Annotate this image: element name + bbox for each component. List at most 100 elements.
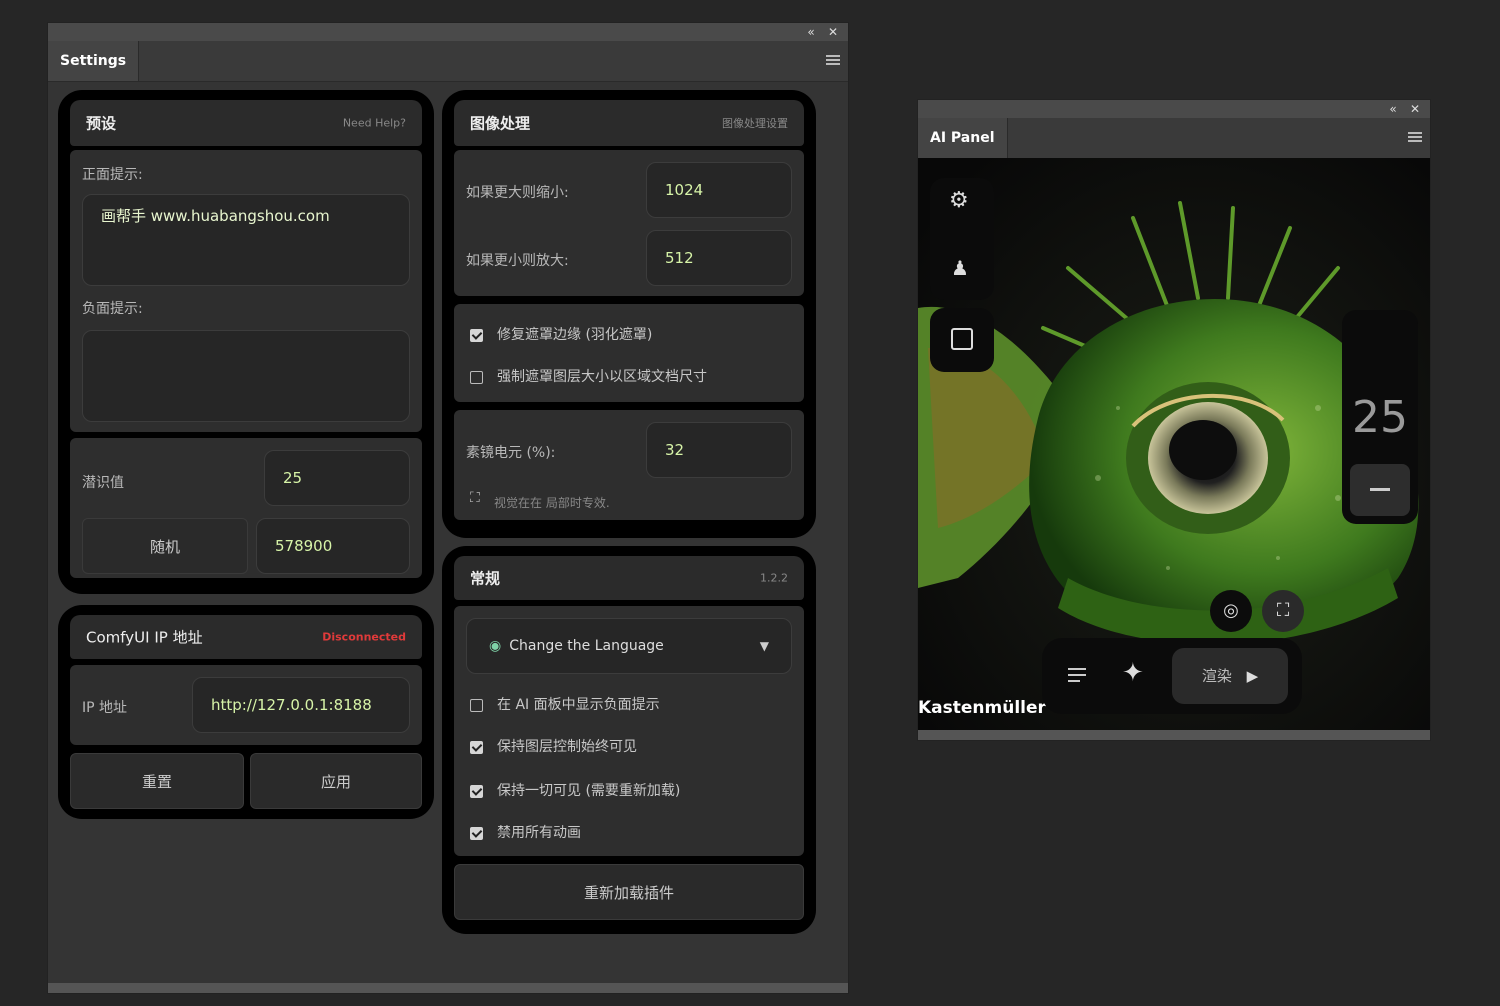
- enlarge-label: 如果更小则放大:: [466, 253, 569, 269]
- disable-animation-checkbox[interactable]: [470, 826, 483, 840]
- tab-ai-panel[interactable]: AI Panel: [918, 118, 1008, 158]
- collapse-icon[interactable]: «: [802, 23, 820, 41]
- gear-icon[interactable]: ⚙: [949, 188, 969, 213]
- pixel-section: 素镜电元 (%): 32 ⛶ 视觉在在 局部时专效.: [454, 410, 804, 520]
- ip-input[interactable]: http://127.0.0.1:8188: [192, 677, 410, 733]
- list-icon-line: [1068, 680, 1080, 682]
- ai-panel-window: « ✕ AI Panel Kastenmüller ⚙ ♟ 25 ◎ ⛶ ✦ 渲…: [918, 100, 1430, 740]
- enlarge-input[interactable]: 512: [646, 230, 792, 286]
- refresh-button[interactable]: ◎: [1210, 590, 1252, 632]
- general-options-section: ◉ Change the Language ▼ 在 AI 面板中显示负面提示 保持…: [454, 606, 804, 856]
- settings-window: « ✕ Settings 预设 Need Help? 正面提示: 画帮手 www…: [48, 23, 848, 993]
- steps-label: 潜识值: [82, 475, 124, 491]
- layer-controls-option[interactable]: 保持图层控制始终可见: [470, 736, 637, 756]
- connection-status: Disconnected: [322, 630, 406, 644]
- feather-mask-checkbox[interactable]: [470, 328, 483, 342]
- image-processing-header: 图像处理 图像处理设置: [454, 100, 804, 146]
- crop-icon: ⛶: [1276, 600, 1290, 621]
- seed-input[interactable]: 578900: [256, 518, 410, 574]
- panel-menu-icon[interactable]: [826, 53, 840, 67]
- fullscreen-button[interactable]: [930, 308, 994, 372]
- show-negative-label: 在 AI 面板中显示负面提示: [497, 697, 660, 713]
- globe-icon: ◉: [489, 638, 502, 654]
- layer-controls-checkbox[interactable]: [470, 740, 483, 754]
- shrink-label: 如果更大则缩小:: [466, 185, 569, 201]
- general-header: 常规 1.2.2: [454, 556, 804, 600]
- resize-section: 如果更大则缩小: 1024 如果更小则放大: 512: [454, 150, 804, 296]
- image-processing-title: 图像处理: [470, 114, 531, 133]
- preset-header: 预设 Need Help?: [70, 100, 422, 146]
- render-button[interactable]: 渲染 ▶: [1172, 648, 1288, 704]
- mask-options-section: 修复遮罩边缘 (羽化遮罩) 强制遮罩图层大小以区域文档尺寸: [454, 304, 804, 402]
- counter-value: 25: [1352, 392, 1408, 443]
- image-processing-subtitle: 图像处理设置: [722, 117, 788, 130]
- bottom-action-bar: ✦ 渲染 ▶: [1042, 638, 1302, 714]
- settings-tabbar: Settings: [48, 41, 848, 82]
- feather-mask-label: 修复遮罩边缘 (羽化遮罩): [497, 327, 653, 343]
- feather-mask-option[interactable]: 修复遮罩边缘 (羽化遮罩): [470, 324, 652, 344]
- comfyui-header: ComfyUI IP 地址 Disconnected: [70, 615, 422, 659]
- layer-controls-label: 保持图层控制始终可见: [497, 739, 637, 755]
- general-card: 常规 1.2.2 ◉ Change the Language ▼ 在 AI 面板中…: [442, 546, 816, 934]
- disable-animation-label: 禁用所有动画: [497, 825, 581, 841]
- ip-section: IP 地址 http://127.0.0.1:8188: [70, 665, 422, 745]
- keep-visible-label: 保持一切可见 (需要重新加载): [497, 783, 681, 799]
- general-title: 常规: [470, 569, 501, 588]
- list-button[interactable]: [1068, 664, 1086, 686]
- positive-prompt-input[interactable]: 画帮手 www.huabangshou.com: [82, 194, 410, 286]
- language-label: Change the Language: [509, 638, 664, 654]
- watermark-text: Kastenmüller: [918, 698, 1046, 718]
- steps-counter: 25: [1342, 310, 1418, 524]
- list-icon-line: [1068, 674, 1086, 676]
- ip-label: IP 地址: [82, 700, 128, 716]
- steps-input[interactable]: 25: [264, 450, 410, 506]
- hierarchy-icon[interactable]: ♟: [951, 256, 969, 280]
- refresh-icon: ◎: [1223, 600, 1239, 621]
- tab-settings[interactable]: Settings: [48, 41, 140, 81]
- random-seed-button[interactable]: 随机: [82, 518, 248, 574]
- play-icon: ▶: [1246, 667, 1259, 685]
- show-negative-option[interactable]: 在 AI 面板中显示负面提示: [470, 694, 660, 714]
- force-mask-checkbox[interactable]: [470, 370, 483, 384]
- show-negative-checkbox[interactable]: [470, 698, 483, 712]
- negative-prompt-input[interactable]: [82, 330, 410, 422]
- image-processing-card: 图像处理 图像处理设置 如果更大则缩小: 1024 如果更小则放大: 512 修…: [442, 90, 816, 538]
- positive-prompt-label: 正面提示:: [82, 167, 143, 183]
- close-icon[interactable]: ✕: [824, 23, 842, 41]
- chevron-down-icon: ▼: [759, 639, 769, 653]
- shrink-input[interactable]: 1024: [646, 162, 792, 218]
- force-mask-option[interactable]: 强制遮罩图层大小以区域文档尺寸: [470, 366, 707, 386]
- sparkle-icon[interactable]: ✦: [1122, 658, 1144, 688]
- settings-titlebar: « ✕: [48, 23, 848, 41]
- seed-section: 潜识值 25 随机 578900: [70, 438, 422, 578]
- apply-button[interactable]: 应用: [250, 753, 422, 809]
- language-dropdown[interactable]: ◉ Change the Language ▼: [466, 618, 792, 674]
- crop-icon: ⛶: [470, 490, 480, 506]
- ai-panel-titlebar: « ✕: [918, 100, 1430, 118]
- comfyui-title: ComfyUI IP 地址: [86, 628, 203, 647]
- ai-panel-tabbar: AI Panel: [918, 118, 1430, 159]
- settings-bottom-bar: [48, 983, 848, 993]
- keep-visible-checkbox[interactable]: [470, 784, 483, 798]
- preset-title: 预设: [86, 114, 117, 133]
- list-icon: [1068, 668, 1086, 670]
- reload-plugin-button[interactable]: 重新加载插件: [454, 864, 804, 920]
- close-icon[interactable]: ✕: [1406, 100, 1424, 118]
- force-mask-label: 强制遮罩图层大小以区域文档尺寸: [497, 369, 707, 385]
- ai-panel-bottom-bar: [918, 730, 1430, 740]
- pixel-label: 素镜电元 (%):: [466, 445, 556, 461]
- pixel-note: 视觉在在 局部时专效.: [494, 496, 610, 510]
- keep-visible-option[interactable]: 保持一切可见 (需要重新加载): [470, 780, 680, 800]
- panel-menu-icon[interactable]: [1408, 130, 1422, 144]
- crop-button[interactable]: ⛶: [1262, 590, 1304, 632]
- reset-button[interactable]: 重置: [70, 753, 244, 809]
- render-label: 渲染: [1201, 667, 1232, 685]
- decrement-button[interactable]: [1350, 464, 1410, 516]
- version-label: 1.2.2: [760, 571, 788, 585]
- pixel-input[interactable]: 32: [646, 422, 792, 478]
- fullscreen-icon: [951, 328, 973, 350]
- disable-animation-option[interactable]: 禁用所有动画: [470, 822, 581, 842]
- preset-card: 预设 Need Help? 正面提示: 画帮手 www.huabangshou.…: [58, 90, 434, 594]
- help-link[interactable]: Need Help?: [343, 117, 406, 130]
- collapse-icon[interactable]: «: [1384, 100, 1402, 118]
